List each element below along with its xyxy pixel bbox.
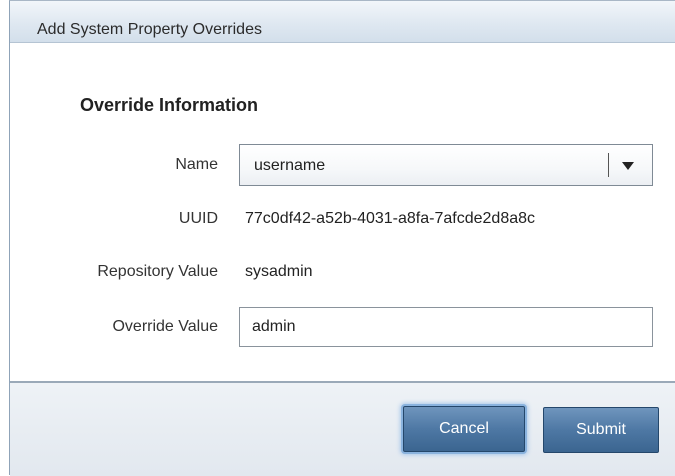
chevron-down-icon[interactable] xyxy=(622,162,634,170)
add-overrides-dialog: Add System Property Overrides Override I… xyxy=(9,0,675,476)
dialog-titlebar[interactable]: Add System Property Overrides xyxy=(10,1,675,43)
dialog-title: Add System Property Overrides xyxy=(37,21,262,38)
repository-value-label: Repository Value xyxy=(97,263,218,280)
cancel-button[interactable]: Cancel xyxy=(403,406,525,452)
uuid-label: UUID xyxy=(178,210,218,227)
select-divider xyxy=(608,153,609,177)
section-title: Override Information xyxy=(80,95,259,115)
submit-button[interactable]: Submit xyxy=(543,407,659,453)
repository-value: sysadmin xyxy=(245,263,313,280)
uuid-value: 77c0df42-a52b-4031-a8fa-7afcde2d8a8c xyxy=(245,210,536,227)
name-select[interactable]: username xyxy=(239,144,653,186)
name-label: Name xyxy=(175,156,218,173)
override-value-input[interactable] xyxy=(239,307,653,347)
dialog-footer: Cancel Submit xyxy=(10,381,675,476)
override-value-label: Override Value xyxy=(112,318,218,335)
name-select-value: username xyxy=(254,157,326,174)
